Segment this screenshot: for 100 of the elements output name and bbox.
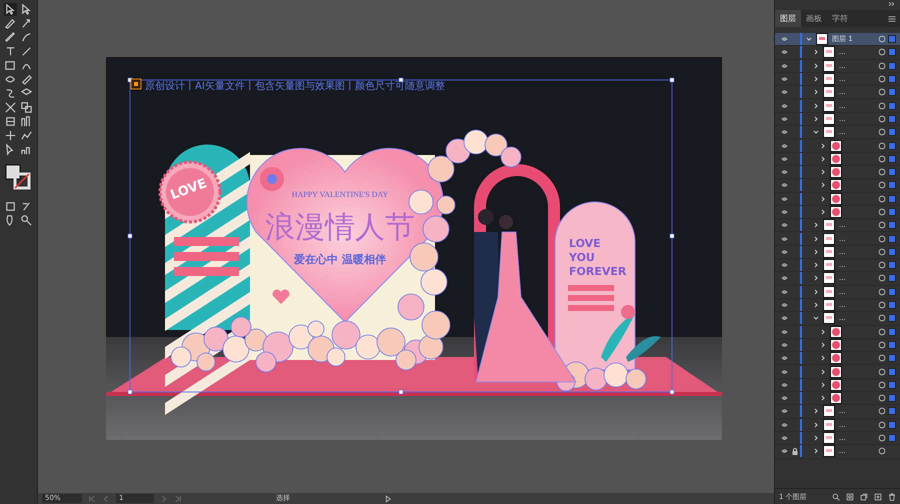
tool-icon[interactable] xyxy=(20,31,34,44)
chevron-right-icon[interactable] xyxy=(820,142,826,149)
chevron-right-icon[interactable] xyxy=(820,395,826,402)
selection-indicator[interactable] xyxy=(888,288,896,296)
selection-indicator[interactable] xyxy=(888,380,896,389)
chevron-right-icon[interactable] xyxy=(813,422,819,428)
eye-icon[interactable] xyxy=(780,182,789,188)
tool-icon[interactable] xyxy=(20,45,34,58)
eye-icon[interactable] xyxy=(780,102,789,109)
chevron-down-icon[interactable] xyxy=(813,129,819,136)
eye-icon[interactable] xyxy=(780,89,789,96)
menu-icon[interactable] xyxy=(887,14,897,22)
eye-icon[interactable] xyxy=(780,422,789,428)
selection-indicator[interactable] xyxy=(888,234,896,243)
tool-icon[interactable] xyxy=(4,59,17,72)
chevron-right-icon[interactable] xyxy=(813,435,819,442)
eye-icon[interactable] xyxy=(780,382,789,388)
selection-indicator[interactable] xyxy=(888,354,896,362)
chevron-right-icon[interactable] xyxy=(820,182,826,188)
eye-icon[interactable] xyxy=(780,368,789,375)
chevron-right-icon[interactable] xyxy=(820,209,826,215)
chevron-right-icon[interactable] xyxy=(820,196,826,202)
eye-icon[interactable] xyxy=(780,222,789,228)
chevron-right-icon[interactable] xyxy=(813,302,819,308)
eye-icon[interactable] xyxy=(780,248,789,255)
tool-icon[interactable] xyxy=(20,3,34,16)
chevron-right-icon[interactable] xyxy=(813,102,819,109)
selection-indicator[interactable] xyxy=(888,154,896,163)
chevron-down-icon[interactable] xyxy=(813,315,819,322)
chevron-down-icon[interactable] xyxy=(806,36,812,42)
tool-icon[interactable] xyxy=(4,31,17,44)
chevron-right-icon[interactable] xyxy=(813,288,819,295)
panel-tab[interactable]: 字符 xyxy=(827,10,853,27)
eye-icon[interactable] xyxy=(780,116,789,122)
eye-icon[interactable] xyxy=(780,315,789,322)
eye-icon[interactable] xyxy=(780,355,789,362)
selection-indicator[interactable] xyxy=(888,114,896,123)
lock-icon[interactable] xyxy=(792,448,798,455)
selection-indicator[interactable] xyxy=(888,75,896,84)
eye-icon[interactable] xyxy=(780,196,789,202)
chevron-right-icon[interactable] xyxy=(813,236,819,242)
eye-icon[interactable] xyxy=(780,129,789,136)
chevron-right-icon[interactable] xyxy=(820,156,826,162)
selection-indicator[interactable] xyxy=(888,274,896,282)
panel-tab[interactable]: 画板 xyxy=(801,10,827,27)
tool-icon[interactable] xyxy=(4,115,17,128)
new-sublayer-icon[interactable] xyxy=(860,492,868,500)
tool-icon[interactable] xyxy=(20,129,34,142)
chevron-right-icon[interactable] xyxy=(813,248,819,255)
chevron-right-icon[interactable] xyxy=(820,169,826,176)
eye-icon[interactable] xyxy=(780,156,789,162)
tool-icon[interactable] xyxy=(20,73,34,86)
chevron-right-icon[interactable] xyxy=(813,275,819,282)
selection-box[interactable] xyxy=(128,78,674,394)
selection-indicator[interactable] xyxy=(888,221,896,230)
selection-indicator[interactable] xyxy=(888,181,896,190)
selection-indicator[interactable] xyxy=(888,88,896,96)
selection-indicator[interactable] xyxy=(888,328,896,336)
selection-indicator[interactable] xyxy=(888,102,896,110)
selection-indicator[interactable] xyxy=(888,48,896,56)
chevron-right-icon[interactable] xyxy=(813,222,819,228)
panel-tab[interactable]: 图层 xyxy=(775,10,801,27)
first-page-icon[interactable] xyxy=(88,494,96,502)
tool-icon[interactable] xyxy=(20,101,34,114)
selection-indicator[interactable] xyxy=(888,194,896,203)
eye-icon[interactable] xyxy=(780,288,789,295)
chevron-right-icon[interactable] xyxy=(813,62,819,69)
selection-indicator[interactable] xyxy=(888,62,896,70)
eye-icon[interactable] xyxy=(780,448,789,454)
selection-indicator[interactable] xyxy=(888,394,896,402)
chevron-right-icon[interactable] xyxy=(820,368,826,375)
eye-icon[interactable] xyxy=(780,395,789,402)
selection-indicator[interactable] xyxy=(888,248,896,256)
eye-icon[interactable] xyxy=(780,62,789,69)
selection-indicator[interactable] xyxy=(888,168,896,176)
selection-indicator[interactable] xyxy=(888,420,896,429)
eye-icon[interactable] xyxy=(780,262,789,268)
eye-icon[interactable] xyxy=(780,302,789,308)
eye-icon[interactable] xyxy=(780,342,789,348)
selection-indicator[interactable] xyxy=(888,314,896,322)
eye-icon[interactable] xyxy=(780,236,789,242)
chevron-right-icon[interactable] xyxy=(813,49,819,56)
eye-icon[interactable] xyxy=(780,328,789,335)
selection-indicator[interactable] xyxy=(888,128,896,136)
selection-indicator[interactable] xyxy=(888,434,896,442)
selection-indicator[interactable] xyxy=(888,301,896,310)
selection-indicator[interactable] xyxy=(888,340,896,349)
eye-icon[interactable] xyxy=(780,142,789,149)
chevron-right-icon[interactable] xyxy=(820,342,826,348)
chevron-right-icon[interactable] xyxy=(813,116,819,122)
selection-indicator[interactable] xyxy=(888,142,896,150)
eye-icon[interactable] xyxy=(780,49,789,56)
chevron-right-icon[interactable] xyxy=(813,448,819,454)
tool-icon[interactable] xyxy=(4,129,17,142)
eye-icon[interactable] xyxy=(780,36,789,42)
chevron-right-icon[interactable] xyxy=(820,355,826,362)
eye-icon[interactable] xyxy=(780,435,789,442)
selection-indicator[interactable] xyxy=(888,208,896,216)
last-page-icon[interactable] xyxy=(174,494,182,502)
eye-icon[interactable] xyxy=(780,169,789,176)
